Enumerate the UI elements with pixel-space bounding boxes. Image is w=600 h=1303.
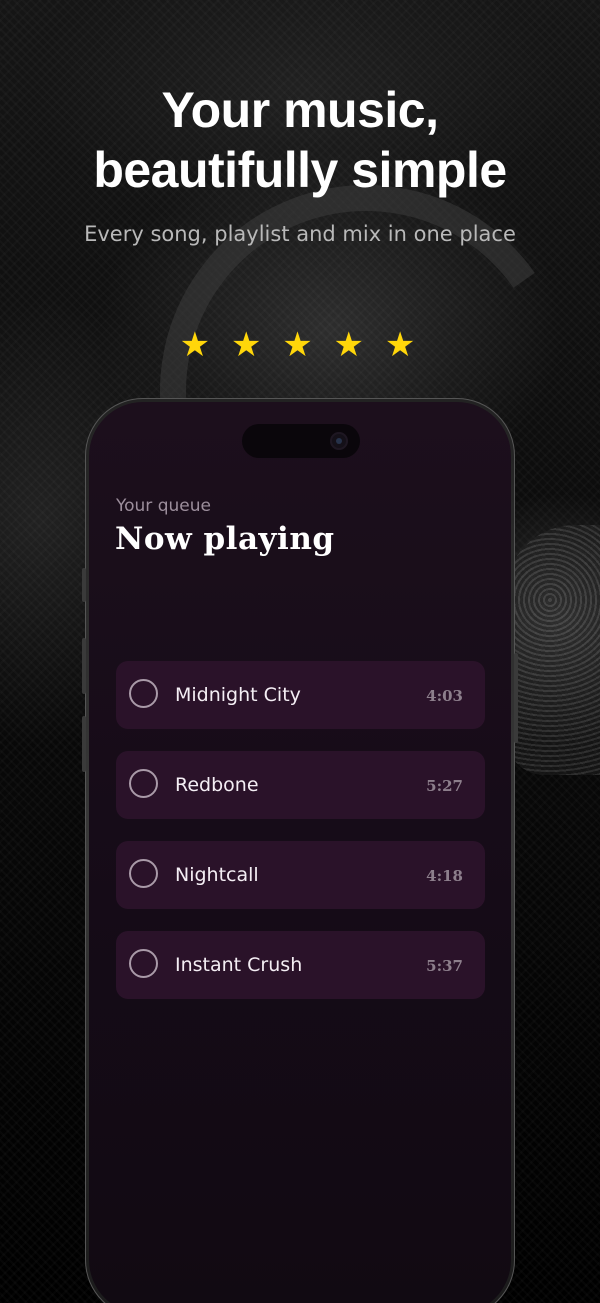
song-title: Instant Crush bbox=[175, 954, 303, 976]
queue-label: Your queue bbox=[116, 496, 211, 516]
song-duration: 5:37 bbox=[426, 957, 463, 975]
song-list: Midnight City 4:03 Redbone 5:27 Nightcal… bbox=[116, 661, 485, 1021]
star-icon: ★ bbox=[230, 325, 267, 365]
song-item[interactable]: Nightcall 4:18 bbox=[116, 841, 485, 909]
star-rating: ★ ★ ★ ★ ★ bbox=[0, 325, 600, 365]
star-icon: ★ bbox=[384, 325, 421, 365]
radio-circle-icon[interactable] bbox=[129, 859, 158, 888]
hero-title: Your music, beautifully simple bbox=[0, 80, 600, 200]
now-playing-heading: Now playing bbox=[115, 521, 335, 557]
song-title: Midnight City bbox=[175, 684, 301, 706]
phone-power-button bbox=[514, 653, 518, 743]
hero-title-line2: beautifully simple bbox=[93, 142, 507, 198]
radio-circle-icon[interactable] bbox=[129, 769, 158, 798]
song-item[interactable]: Redbone 5:27 bbox=[116, 751, 485, 819]
phone-mute-switch bbox=[82, 568, 86, 602]
phone-volume-up bbox=[82, 638, 86, 694]
phone-mockup: Your queue Now playing Midnight City 4:0… bbox=[82, 398, 518, 1303]
star-icon: ★ bbox=[282, 325, 318, 365]
phone-screen: Your queue Now playing Midnight City 4:0… bbox=[89, 402, 511, 1303]
star-icon: ★ bbox=[179, 325, 216, 365]
song-duration: 4:03 bbox=[426, 687, 463, 705]
background-sneaker bbox=[505, 525, 600, 775]
hero-title-line1: Your music, bbox=[161, 82, 439, 138]
song-duration: 5:27 bbox=[426, 777, 463, 795]
camera-icon bbox=[330, 432, 348, 450]
song-title: Redbone bbox=[175, 774, 259, 796]
song-item[interactable]: Instant Crush 5:37 bbox=[116, 931, 485, 999]
song-duration: 4:18 bbox=[426, 867, 463, 885]
promo-screen: Your music, beautifully simple Every son… bbox=[0, 0, 600, 1303]
song-title: Nightcall bbox=[175, 864, 259, 886]
hero-subtitle: Every song, playlist and mix in one plac… bbox=[84, 222, 516, 246]
radio-circle-icon[interactable] bbox=[129, 679, 158, 708]
radio-circle-icon[interactable] bbox=[129, 949, 158, 978]
song-item[interactable]: Midnight City 4:03 bbox=[116, 661, 485, 729]
star-icon: ★ bbox=[333, 325, 370, 365]
dynamic-island bbox=[242, 424, 360, 458]
phone-volume-down bbox=[82, 716, 86, 772]
